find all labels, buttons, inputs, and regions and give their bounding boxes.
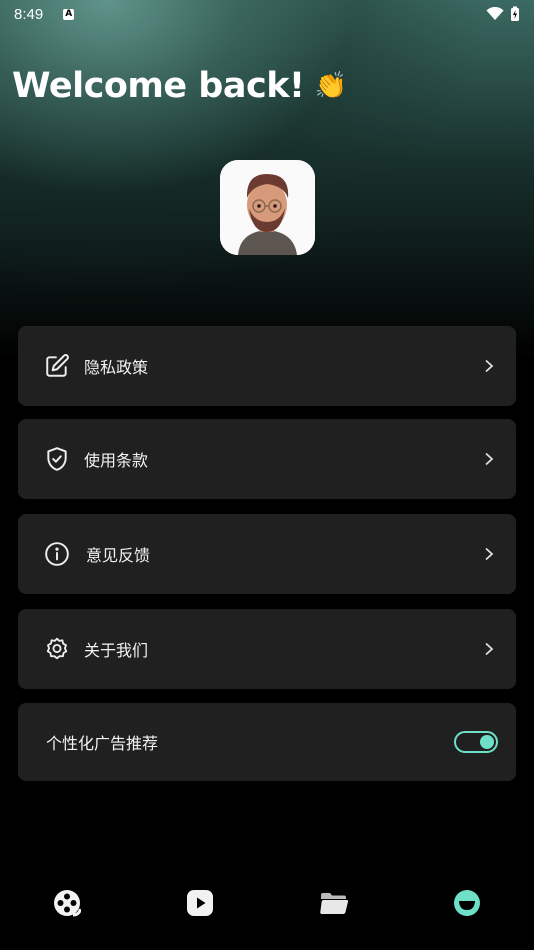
menu-item-label: 关于我们 [84, 641, 149, 660]
folder-icon [320, 893, 348, 914]
chevron-right-icon [484, 452, 498, 466]
chevron-right-icon [484, 547, 498, 561]
profile-smile-icon [454, 890, 481, 916]
nav-item-play[interactable] [180, 883, 220, 923]
menu-item-feedback[interactable]: 意见反馈 [18, 514, 516, 594]
battery-charging-icon [511, 6, 519, 21]
menu-item-terms[interactable]: 使用条款 [18, 419, 516, 499]
menu-item-label: 使用条款 [84, 451, 149, 470]
play-icon [187, 890, 214, 916]
menu-item-label: 意见反馈 [86, 546, 151, 565]
personalized-ads-row: 个性化广告推荐 [18, 703, 516, 781]
nav-item-films[interactable] [47, 883, 87, 923]
personalized-ads-label: 个性化广告推荐 [46, 734, 159, 753]
menu-item-label: 隐私政策 [84, 358, 149, 377]
bottom-nav [0, 876, 534, 930]
memoji-avatar-icon [220, 160, 315, 255]
avatar[interactable] [220, 160, 315, 255]
chevron-right-icon [484, 359, 498, 373]
shield-check-icon [44, 446, 70, 472]
toggle-knob [480, 735, 494, 749]
welcome-text: Welcome back! [12, 66, 305, 106]
menu-item-privacy[interactable]: 隐私政策 [18, 326, 516, 406]
menu-item-about[interactable]: 关于我们 [18, 609, 516, 689]
status-bar: 8:49 A [0, 0, 534, 28]
welcome-heading: Welcome back! 👏 [12, 66, 347, 106]
wifi-icon [486, 7, 504, 20]
film-reel-icon [53, 890, 81, 917]
nav-item-folder[interactable] [314, 883, 354, 923]
clapping-emoji: 👏 [314, 71, 347, 101]
personalized-ads-toggle[interactable] [454, 731, 498, 753]
info-icon [44, 541, 70, 567]
nav-item-profile[interactable] [447, 883, 487, 923]
notification-a-icon: A [63, 8, 75, 20]
status-icons [486, 6, 520, 22]
gear-icon [44, 636, 70, 662]
status-time: 8:49 [14, 5, 44, 23]
chevron-right-icon [484, 642, 498, 656]
edit-icon [44, 353, 70, 379]
